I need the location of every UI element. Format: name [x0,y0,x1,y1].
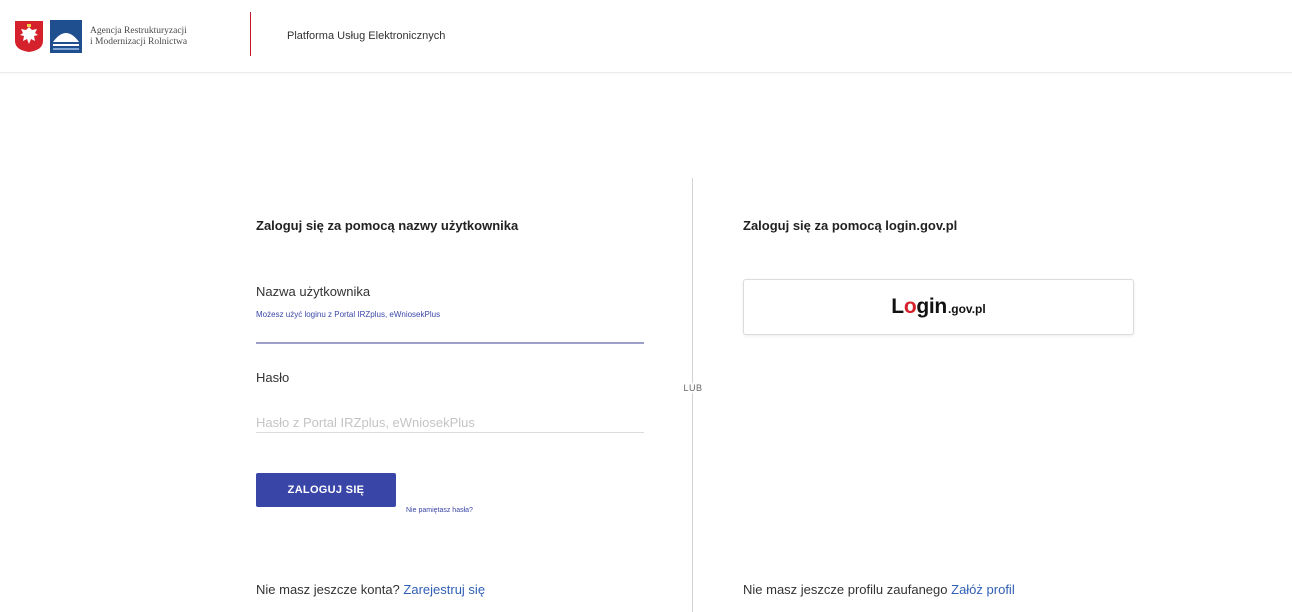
top-header: Agencja Restrukturyzacji i Modernizacji … [0,0,1292,73]
register-prompt: Nie masz jeszcze konta? Zarejestruj się [256,582,485,597]
polish-eagle-emblem-icon [15,21,43,52]
login-gov-pl-logo: Login .gov.pl [891,295,985,319]
username-label: Nazwa użytkownika [256,284,371,299]
trusted-profile-prompt-text: Nie masz jeszcze profilu zaufanego [743,582,948,597]
agency-logo[interactable]: Agencja Restrukturyzacji i Modernizacji … [14,20,187,53]
column-divider [692,178,693,612]
register-link[interactable]: Zarejestruj się [403,582,485,597]
gov-login-title: Zaloguj się za pomocą login.gov.pl [743,218,958,233]
password-label: Hasło [256,370,290,385]
platform-title: Platforma Usług Elektronicznych [287,30,446,42]
username-login-title: Zaloguj się za pomocą nazwy użytkownika [256,218,519,233]
or-separator: LUB [678,383,708,393]
forgot-password-link[interactable]: Nie pamiętasz hasła? [406,507,473,514]
username-hint: Możesz użyć loginu z Portal IRZplus, eWn… [256,310,441,319]
login-gov-pl-logo-domain: .gov.pl [947,302,986,316]
trusted-profile-prompt: Nie masz jeszcze profilu zaufanego Załóż… [743,582,1015,597]
create-profile-link[interactable]: Załóż profil [951,582,1015,597]
password-input[interactable] [256,412,644,433]
header-divider [250,12,251,56]
login-gov-pl-logo-main: Login [891,295,947,318]
arimr-logo-icon [50,20,82,53]
username-input[interactable] [256,320,644,344]
login-button[interactable]: ZALOGUJ SIĘ [256,473,396,507]
agency-name-line1: Agencja Restrukturyzacji [90,25,187,36]
login-gov-pl-button[interactable]: Login .gov.pl [743,279,1134,335]
register-prompt-text: Nie masz jeszcze konta? [256,582,400,597]
agency-name: Agencja Restrukturyzacji i Modernizacji … [90,26,187,48]
agency-name-line2: i Modernizacji Rolnictwa [90,36,188,47]
